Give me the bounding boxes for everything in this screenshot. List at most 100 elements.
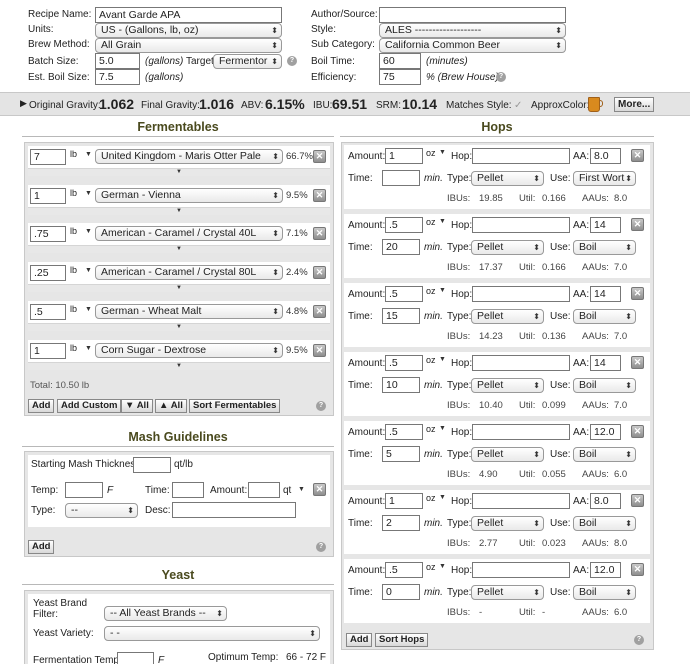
fermentable-expand-bar[interactable]: ▼ [28, 206, 330, 215]
fermentables-help-icon[interactable]: ? [316, 401, 326, 411]
hop-amount-input[interactable]: .5 [385, 355, 423, 371]
fermentable-expand-bar[interactable]: ▼ [28, 322, 330, 331]
hop-aa-input[interactable]: 14 [590, 217, 621, 233]
hop-remove-icon[interactable]: ✕ [631, 287, 644, 300]
hop-type-select[interactable]: Pellet ⬍ [471, 447, 544, 462]
fermentable-select[interactable]: German - Vienna ⬍ [95, 187, 283, 203]
fermentable-amount-input[interactable]: 7 [30, 149, 66, 165]
hop-time-input[interactable]: 10 [382, 377, 420, 393]
hop-name-input[interactable] [472, 493, 570, 509]
unit-dropdown-icon[interactable]: ▼ [439, 563, 446, 570]
unit-dropdown-icon[interactable]: ▼ [439, 287, 446, 294]
hop-remove-icon[interactable]: ✕ [631, 425, 644, 438]
hop-use-select[interactable]: Boil ⬍ [573, 516, 636, 531]
fermentable-select[interactable]: Corn Sugar - Dextrose ⬍ [95, 342, 283, 358]
mash-add-button[interactable]: Add [28, 540, 55, 554]
hop-aa-input[interactable]: 8.0 [590, 148, 621, 164]
fermentable-amount-input[interactable]: .75 [30, 226, 66, 243]
hop-use-select[interactable]: Boil ⬍ [573, 309, 636, 324]
fermentable-select[interactable]: American - Caramel / Crystal 40L ⬍ [95, 226, 283, 242]
hop-name-input[interactable] [472, 286, 570, 302]
recipe-name-input[interactable]: Avant Garde APA [95, 7, 282, 23]
efficiency-help-icon[interactable]: ? [496, 72, 506, 82]
hop-remove-icon[interactable]: ✕ [631, 218, 644, 231]
hop-amount-input[interactable]: .5 [385, 562, 423, 578]
hop-aa-input[interactable]: 12.0 [590, 562, 621, 578]
unit-dropdown-icon[interactable]: ▼ [439, 356, 446, 363]
fermentable-remove-icon[interactable]: ✕ [313, 266, 326, 280]
expand-triangle-icon[interactable]: ▶ [20, 98, 27, 109]
fermentables-expand-all-button[interactable]: ▲ All [155, 399, 187, 413]
mash-amount-input[interactable] [248, 482, 280, 498]
mash-thickness-input[interactable] [133, 457, 171, 473]
hop-use-select[interactable]: First Wort ⬍ [573, 171, 636, 186]
fermentable-amount-input[interactable]: 1 [30, 342, 66, 359]
hop-time-input[interactable] [382, 170, 420, 186]
hop-use-select[interactable]: Boil ⬍ [573, 378, 636, 393]
unit-dropdown-icon[interactable]: ▼ [439, 149, 446, 156]
unit-dropdown-icon[interactable]: ▼ [85, 190, 92, 197]
batch-size-input[interactable]: 5.0 [95, 53, 140, 69]
hop-amount-input[interactable]: 1 [385, 493, 423, 509]
hop-name-input[interactable] [472, 148, 570, 164]
fermentables-add-custom-button[interactable]: Add Custom [57, 399, 122, 413]
hop-amount-input[interactable]: .5 [385, 217, 423, 233]
hop-aa-input[interactable]: 14 [590, 355, 621, 371]
hop-name-input[interactable] [472, 424, 570, 440]
unit-dropdown-icon[interactable]: ▼ [439, 494, 446, 501]
mash-help-icon[interactable]: ? [316, 542, 326, 552]
hop-aa-input[interactable]: 14 [590, 286, 621, 302]
mash-temp-input[interactable] [65, 482, 103, 498]
fermentable-select[interactable]: German - Wheat Malt ⬍ [95, 303, 283, 319]
hop-aa-input[interactable]: 12.0 [590, 424, 621, 440]
fermentables-collapse-all-button[interactable]: ▼ All [121, 399, 153, 413]
hop-time-input[interactable]: 20 [382, 239, 420, 255]
hop-type-select[interactable]: Pellet ⬍ [471, 516, 544, 531]
brew-method-select[interactable]: All Grain ⬍ [95, 38, 282, 53]
efficiency-input[interactable]: 75 [379, 69, 421, 85]
batch-help-icon[interactable]: ? [287, 56, 297, 66]
hop-use-select[interactable]: Boil ⬍ [573, 447, 636, 462]
fermentable-remove-icon[interactable]: ✕ [313, 188, 326, 202]
target-select[interactable]: Fermentor ⬍ [213, 54, 282, 69]
fermentable-expand-bar[interactable]: ▼ [28, 284, 330, 293]
mash-desc-input[interactable] [172, 502, 296, 518]
fermentable-select[interactable]: United Kingdom - Maris Otter Pale ⬍ [95, 149, 283, 164]
more-button[interactable]: More... [614, 97, 655, 112]
fermentable-amount-input[interactable]: .5 [30, 303, 66, 320]
hop-aa-input[interactable]: 8.0 [590, 493, 621, 509]
unit-dropdown-icon[interactable]: ▼ [85, 267, 92, 274]
fermentable-expand-bar[interactable]: ▼ [28, 361, 330, 370]
unit-dropdown-icon[interactable]: ▼ [85, 228, 92, 235]
hop-type-select[interactable]: Pellet ⬍ [471, 378, 544, 393]
fermentable-expand-bar[interactable]: ▼ [28, 245, 330, 254]
sort-fermentables-button[interactable]: Sort Fermentables [189, 399, 281, 413]
boil-time-input[interactable]: 60 [379, 53, 421, 69]
hop-amount-input[interactable]: 1 [385, 148, 423, 164]
mash-time-input[interactable] [172, 482, 204, 498]
fermentable-amount-input[interactable]: 1 [30, 187, 66, 204]
hop-time-input[interactable]: 15 [382, 308, 420, 324]
unit-dropdown-icon[interactable]: ▼ [439, 218, 446, 225]
fermentable-expand-bar[interactable]: ▼ [28, 168, 330, 176]
hop-name-input[interactable] [472, 355, 570, 371]
unit-dropdown-icon[interactable]: ▼ [85, 151, 92, 158]
hop-time-input[interactable]: 2 [382, 515, 420, 531]
unit-dropdown-icon[interactable]: ▼ [439, 425, 446, 432]
unit-dropdown-icon[interactable]: ▼ [85, 306, 92, 313]
hop-remove-icon[interactable]: ✕ [631, 563, 644, 576]
hop-amount-input[interactable]: .5 [385, 286, 423, 302]
hops-help-icon[interactable]: ? [634, 635, 644, 645]
hop-amount-input[interactable]: .5 [385, 424, 423, 440]
hop-name-input[interactable] [472, 217, 570, 233]
fermentable-remove-icon[interactable]: ✕ [313, 227, 326, 241]
hop-type-select[interactable]: Pellet ⬍ [471, 309, 544, 324]
units-select[interactable]: US - (Gallons, lb, oz) ⬍ [95, 23, 282, 38]
unit-dropdown-icon[interactable]: ▼ [85, 345, 92, 352]
hop-type-select[interactable]: Pellet ⬍ [471, 585, 544, 600]
ferm-temp-input[interactable] [117, 652, 154, 664]
sub-category-select[interactable]: California Common Beer ⬍ [379, 38, 566, 53]
author-input[interactable] [379, 7, 566, 23]
fermentables-add-button[interactable]: Add [28, 399, 55, 413]
yeast-variety-select[interactable]: - - ⬍ [104, 626, 320, 641]
